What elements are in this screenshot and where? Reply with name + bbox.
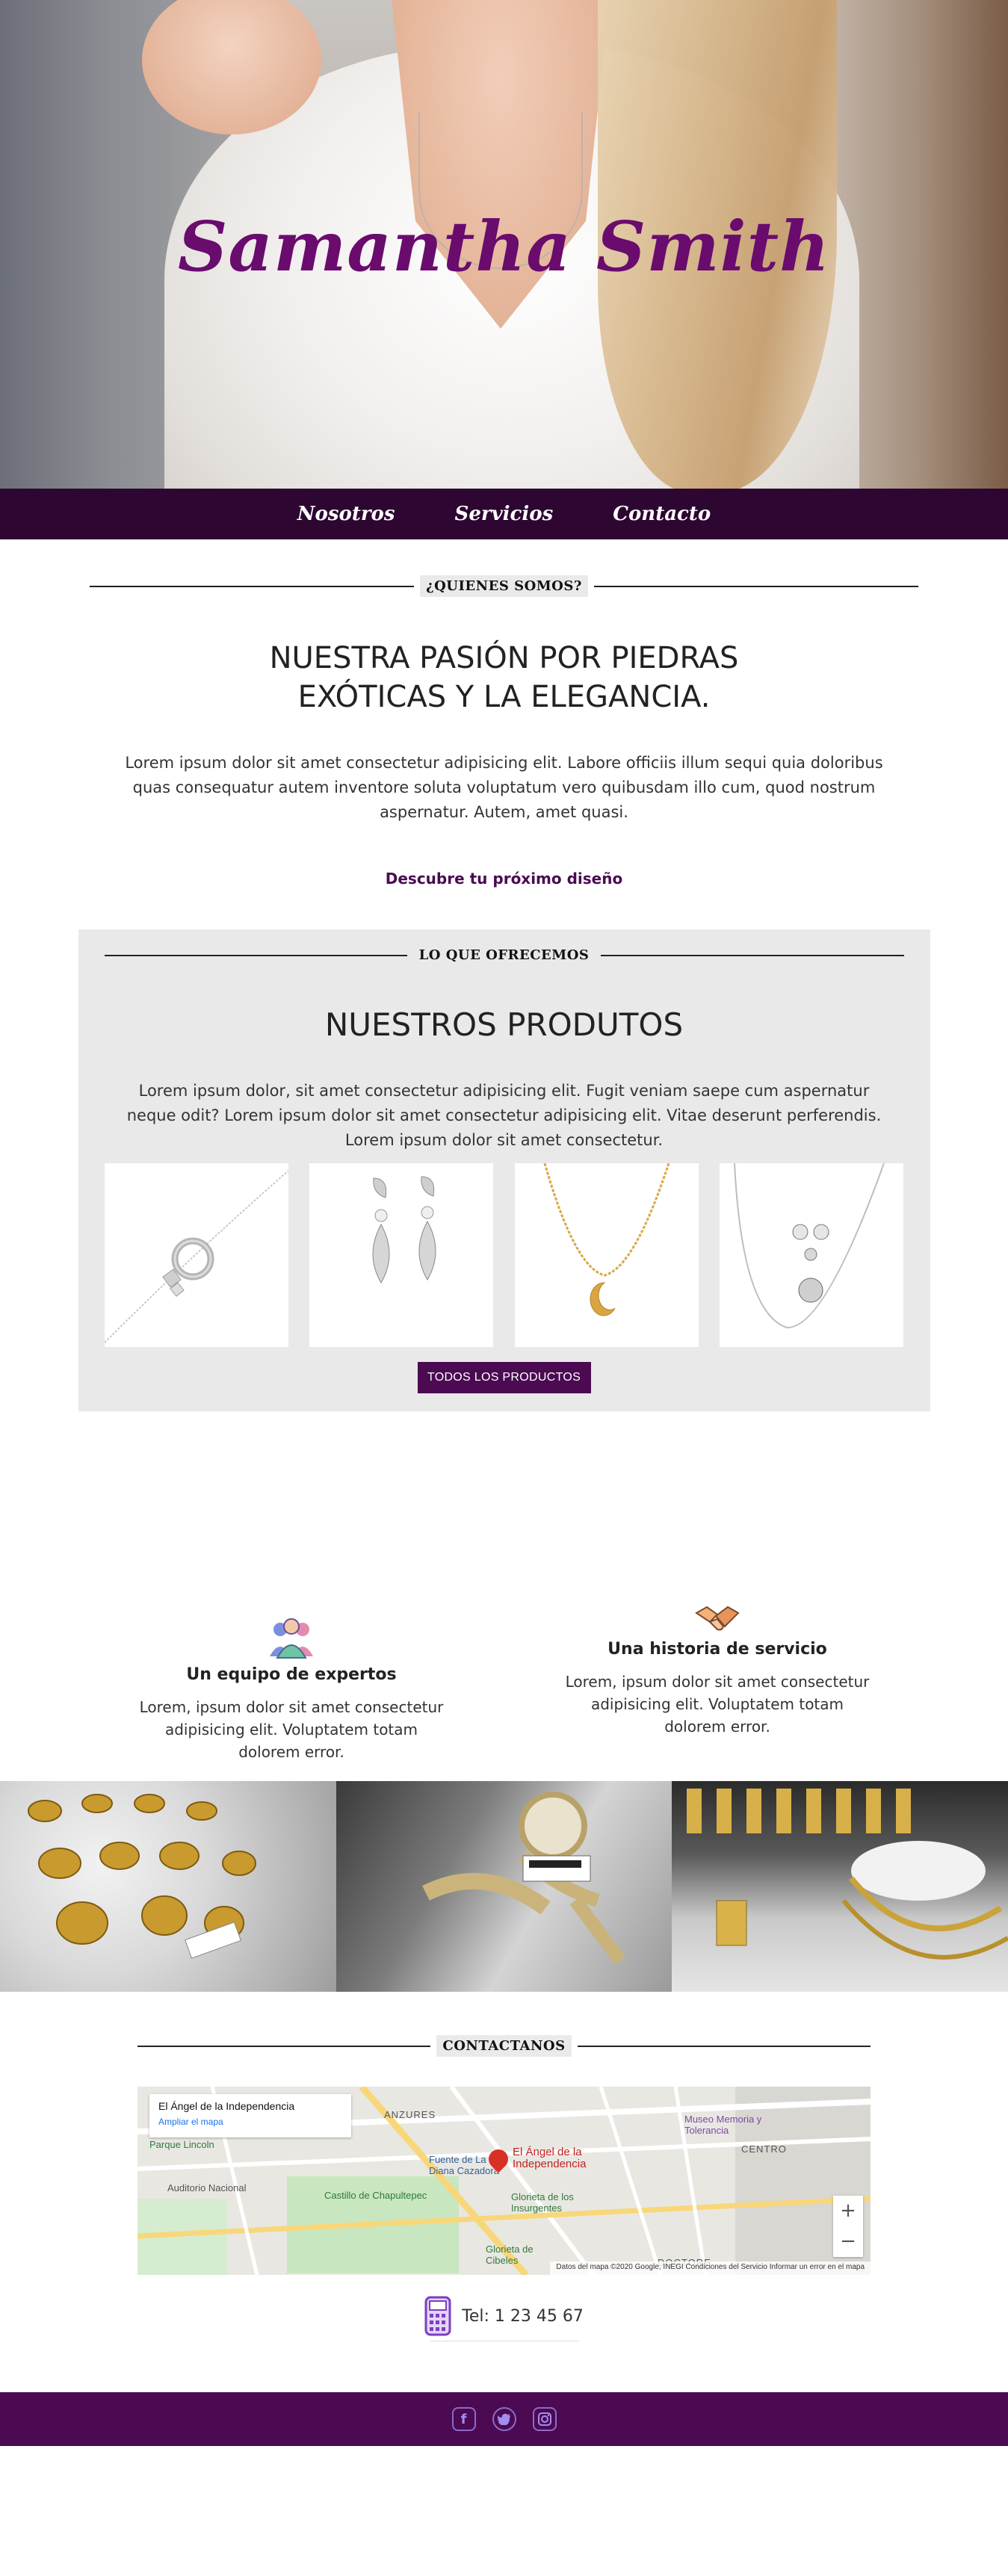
hero-banner: Samantha Smith <box>0 0 1008 489</box>
phone-row: Tel: 1 23 45 67 <box>137 2296 871 2336</box>
map-label: Castillo de Chapultepec <box>324 2190 427 2201</box>
product-card-earrings[interactable] <box>309 1163 494 1347</box>
map-label: Auditorio Nacional <box>167 2182 247 2193</box>
map-label: ANZURES <box>384 2109 436 2120</box>
about-section: ¿QUIENES SOMOS? NUESTRA PASIÓN POR PIEDR… <box>0 575 1008 888</box>
contact-kicker-heading: CONTACTANOS <box>137 2035 871 2057</box>
pendant-set-image <box>734 1163 885 1329</box>
calculator-phone-icon <box>424 2296 451 2336</box>
instagram-icon[interactable] <box>532 2407 557 2431</box>
map-place-card: El Ángel de la Independencia Ampliar el … <box>149 2094 351 2137</box>
watches-image <box>421 1792 625 1965</box>
main-nav: Nosotros Servicios Contacto <box>0 489 1008 539</box>
handshake-icon <box>695 1606 740 1631</box>
product-grid <box>104 1163 904 1347</box>
about-kicker-heading: ¿QUIENES SOMOS? <box>90 575 918 597</box>
feature-history-text: Lorem, ipsum dolor sit amet consectetur … <box>565 1673 870 1736</box>
feature-history: Una historia de servicio Lorem, ipsum do… <box>560 1601 874 1738</box>
map-place-name: El Ángel de la Independencia <box>158 2100 295 2112</box>
team-icon <box>270 1618 313 1659</box>
map-pin-label-line-1: El Ángel de la <box>513 2146 582 2158</box>
divider <box>104 954 407 956</box>
feature-team-title: Un equipo de expertos <box>186 1665 397 1684</box>
nav-item-nosotros[interactable]: Nosotros <box>297 503 395 525</box>
map-credit: Datos del mapa ©2020 Google, INEGI Condi… <box>550 2261 871 2275</box>
feature-team: Un equipo de expertos Lorem, ipsum dolor… <box>134 1616 448 1763</box>
products-text: Lorem ipsum dolor, sit amet consectetur … <box>126 1082 882 1149</box>
map-pin-label: El Ángel de la Independencia <box>513 2146 586 2170</box>
phone-number: Tel: 1 23 45 67 <box>462 2306 584 2326</box>
divider <box>601 954 904 956</box>
all-products-button[interactable]: TODOS LOS PRODUCTOS <box>417 1362 591 1393</box>
gallery-photo-rings <box>0 1781 336 1992</box>
twitter-glyph <box>497 2413 510 2425</box>
zoom-in-button[interactable]: + <box>833 2196 863 2226</box>
about-text: Lorem ipsum dolor sit amet consectetur a… <box>125 754 883 821</box>
map-label: Parque Lincoln <box>149 2139 214 2150</box>
map-label: Glorieta de los Insurgentes <box>511 2191 574 2214</box>
zoom-out-button[interactable]: − <box>833 2226 863 2257</box>
products-title: NUESTROS PRODUTOS <box>324 1006 684 1043</box>
instagram-glyph <box>537 2412 551 2426</box>
map-zoom-controls: + − <box>833 2196 863 2257</box>
gallery-photo-necklaces <box>672 1781 1008 1992</box>
about-title: NUESTRA PASIÓN POR PIEDRAS EXÓTICAS Y LA… <box>90 639 918 716</box>
nav-item-servicios[interactable]: Servicios <box>455 503 554 525</box>
map-pin-label-line-2: Independencia <box>513 2158 587 2170</box>
divider <box>577 2045 871 2047</box>
divider <box>593 585 918 587</box>
product-card-moon-necklace[interactable] <box>514 1163 699 1347</box>
contact-section: CONTACTANOS El Ángel de la Independencia… <box>0 2035 1008 2341</box>
map-label: Museo Memoria y Tolerancia <box>684 2114 762 2136</box>
feature-team-text: Lorem, ipsum dolor sit amet consectetur … <box>139 1698 444 1761</box>
nav-item-contacto[interactable]: Contacto <box>613 503 711 525</box>
products-section: LO QUE OFRECEMOS NUESTROS PRODUTOS Lorem… <box>78 929 930 1411</box>
twitter-icon[interactable] <box>492 2407 516 2431</box>
products-kicker: LO QUE OFRECEMOS <box>412 944 596 966</box>
contact-kicker: CONTACTANOS <box>436 2035 572 2057</box>
earrings-image <box>372 1176 436 1284</box>
bracelet-image <box>104 1170 288 1343</box>
product-card-pendant-set[interactable] <box>720 1163 904 1347</box>
necklaces-image <box>687 1789 1008 1960</box>
features-section: Un equipo de expertos Lorem, ipsum dolor… <box>0 1411 1008 1781</box>
rings-image <box>28 1794 256 1959</box>
map-enlarge-link[interactable]: Ampliar el mapa <box>158 2117 342 2127</box>
feature-history-title: Una historia de servicio <box>607 1640 827 1659</box>
map-label: CENTRO <box>741 2143 787 2155</box>
about-title-line-2: EXÓTICAS Y LA ELEGANCIA. <box>297 680 711 714</box>
photo-gallery <box>0 1781 1008 1992</box>
hero-title: Samantha Smith <box>177 206 831 287</box>
moon-necklace-image <box>543 1163 670 1316</box>
facebook-icon[interactable]: f <box>451 2407 476 2431</box>
product-card-bracelet[interactable] <box>104 1163 288 1347</box>
products-kicker-heading: LO QUE OFRECEMOS <box>104 944 904 966</box>
about-title-line-1: NUESTRA PASIÓN POR PIEDRAS <box>269 641 739 675</box>
discover-design-link[interactable]: Descubre tu próximo diseño <box>90 870 918 888</box>
divider <box>90 585 415 587</box>
about-kicker: ¿QUIENES SOMOS? <box>420 575 588 597</box>
map-embed[interactable]: El Ángel de la Independencia Ampliar el … <box>137 2087 871 2275</box>
gallery-photo-watches <box>336 1781 672 1992</box>
footer: f <box>0 2392 1008 2446</box>
divider <box>137 2045 431 2047</box>
